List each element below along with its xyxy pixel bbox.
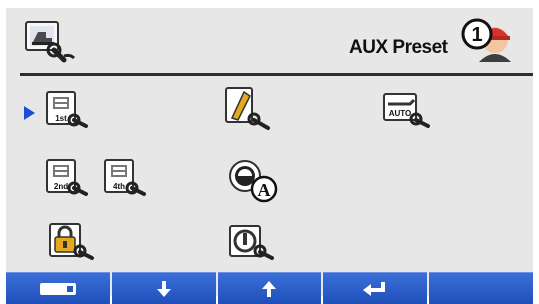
flow-auto-icon[interactable]: A [228,158,280,204]
breaker-wrench-icon[interactable] [224,86,276,134]
excavator-settings-icon [25,21,76,63]
lock-wrench-icon[interactable] [48,222,98,262]
menu-icon [39,282,76,295]
attachment-2nd-label: 2nd [54,182,68,191]
operator-number: 1 [471,24,482,46]
selection-cursor-icon [24,106,35,120]
attachment-1st-label: 1st [55,114,67,123]
auto-label: AUTO [389,109,412,118]
operator-helmet-icon: 1 [461,18,511,62]
down-button[interactable] [111,272,216,304]
softkey-bar [6,272,533,304]
blank-button[interactable] [429,272,533,304]
up-button[interactable] [217,272,322,304]
attachment-4th-label: 4th [113,182,125,191]
auto-wrench-icon[interactable]: AUTO [382,90,434,130]
aux-preset-screen: AUX Preset 1 1st AUTO 2nd 4th A [6,8,533,304]
menu-button[interactable] [6,272,110,304]
power-wrench-icon[interactable] [228,224,278,264]
attachment-4th-icon[interactable]: 4th [102,158,152,198]
header-divider [20,73,533,76]
attachment-1st-icon[interactable]: 1st [44,90,92,130]
attachment-2nd-icon[interactable]: 2nd [44,158,90,198]
flow-auto-label: A [258,180,271,200]
enter-button[interactable] [323,272,428,304]
page-title: AUX Preset [349,37,448,58]
header: AUX Preset 1 [6,8,533,72]
